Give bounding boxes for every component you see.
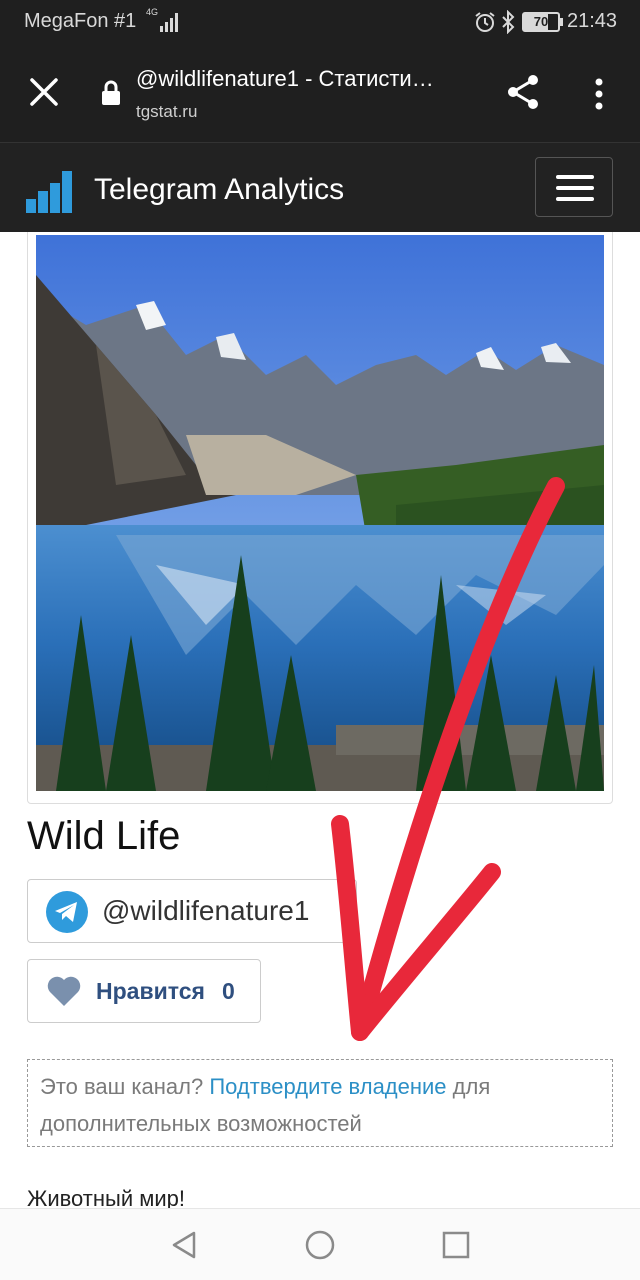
like-count: 0 [222,978,235,1004]
signal-icon [160,13,178,32]
bluetooth-icon [502,10,515,34]
channel-title: Wild Life [27,814,181,858]
carrier-name: MegaFon #1 [24,10,137,32]
telegram-icon [46,891,88,933]
back-triangle-icon[interactable] [164,1225,204,1265]
confirm-ownership-link[interactable]: Подтвердите владение [209,1074,446,1099]
analytics-logo-icon[interactable] [26,169,72,213]
page-title: @wildlifenature1 - Статисти… [136,66,434,91]
status-bar: MegaFon #1 4G 70 21:43 [0,0,640,44]
channel-handle-link[interactable]: @wildlifenature1 [27,879,357,943]
like-label: Нравится [96,978,205,1004]
battery-level: 70 [533,14,549,29]
page-content: Wild Life @wildlifenature1 Нравится 0 Эт… [0,232,640,1208]
ownership-notice: Это ваш канал? Подтвердите владение для … [27,1059,613,1147]
site-header: Telegram Analytics [0,142,640,232]
battery-tip [560,18,563,26]
site-brand[interactable]: Telegram Analytics [94,173,344,207]
share-icon[interactable] [504,72,544,112]
lock-icon [102,80,120,105]
battery-indicator: 70 [522,12,560,32]
channel-avatar-image [36,235,604,791]
home-circle-icon[interactable] [300,1225,340,1265]
page-domain: tgstat.ru [136,102,198,121]
channel-handle: @wildlifenature1 [102,895,310,926]
hamburger-icon[interactable] [535,157,613,217]
channel-avatar-frame [27,232,613,804]
more-vertical-icon[interactable] [586,74,612,114]
network-type: 4G [146,7,159,17]
alarm-icon [475,12,495,32]
recents-square-icon[interactable] [436,1225,476,1265]
like-button[interactable]: Нравится 0 [27,959,261,1023]
claim-prefix: Это ваш канал? [40,1074,204,1099]
heart-icon [47,976,81,1006]
clock: 21:43 [567,10,618,32]
browser-toolbar: @wildlifenature1 - Статисти… tgstat.ru [0,44,640,142]
system-navigation-bar [0,1208,640,1280]
channel-description: Животный мир! [27,1186,185,1208]
close-icon[interactable] [24,72,64,112]
